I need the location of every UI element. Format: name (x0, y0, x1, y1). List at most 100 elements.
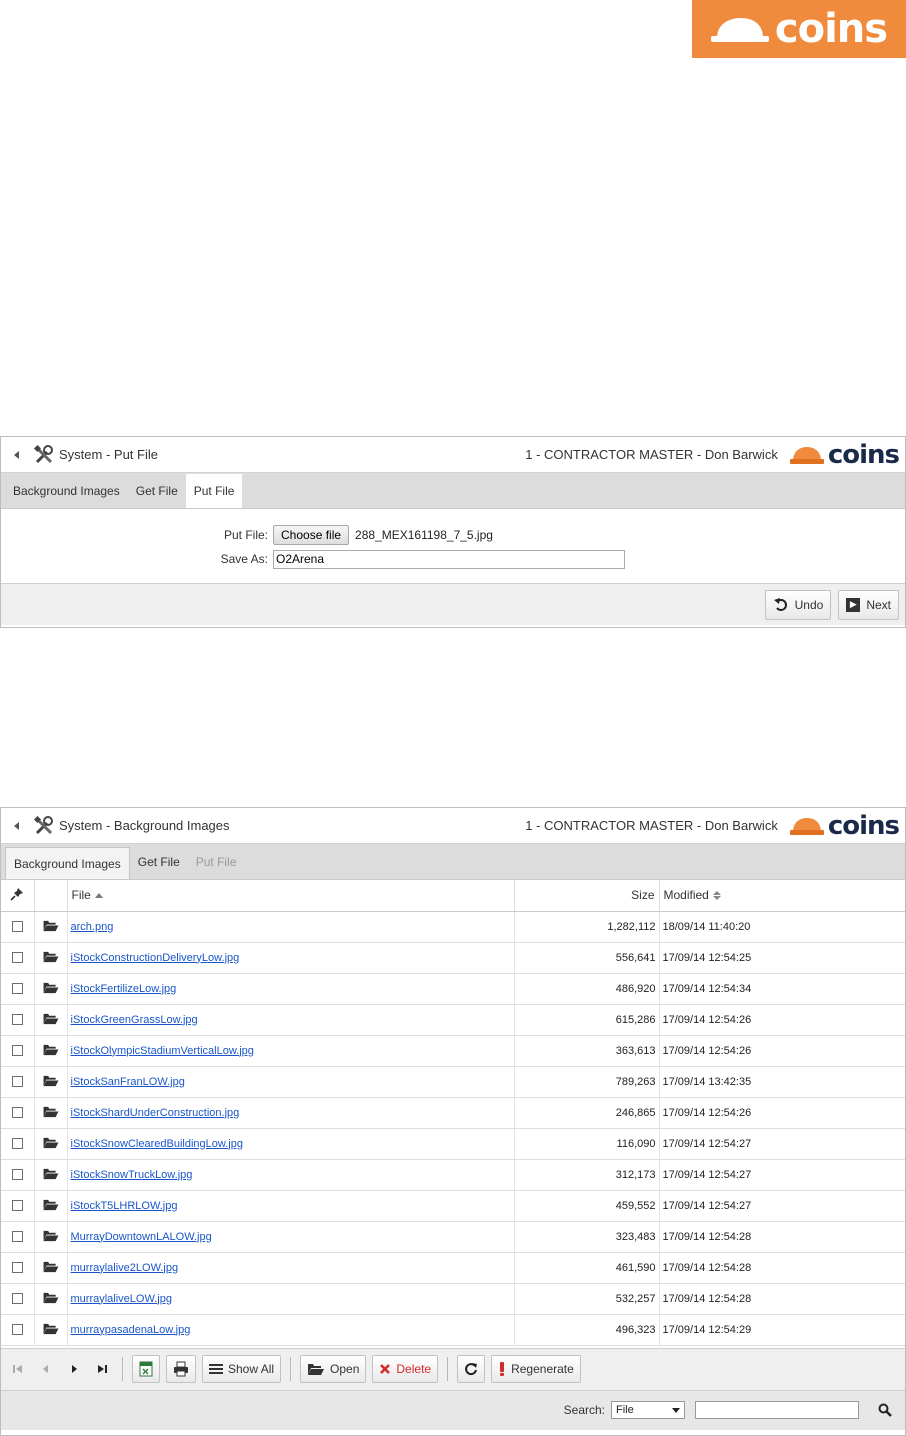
files-table-body: arch.png 1,282,112 18/09/14 11:40:20 iStock… (1, 911, 905, 1346)
file-link[interactable]: iStockSnowTruckLow.jpg (71, 1169, 193, 1181)
file-link[interactable]: iStockFertilizeLow.jpg (71, 983, 177, 995)
file-link[interactable]: murraypasadenaLow.jpg (71, 1324, 191, 1336)
file-link[interactable]: iStockShardUnderConstruction.jpg (71, 1107, 240, 1119)
last-page-icon[interactable] (91, 1358, 113, 1380)
next-page-icon[interactable] (63, 1358, 85, 1380)
search-field-select[interactable]: File (611, 1401, 685, 1419)
table-row[interactable]: murraylaliveLOW.jpg 532,257 17/09/14 12:54… (1, 1283, 905, 1315)
table-row[interactable]: arch.png 1,282,112 18/09/14 11:40:20 (1, 911, 905, 943)
search-input[interactable] (695, 1401, 859, 1419)
row-checkbox[interactable] (11, 1231, 23, 1243)
exclamation-icon (500, 1362, 505, 1376)
refresh-button[interactable] (457, 1355, 486, 1383)
file-link[interactable]: iStockSnowClearedBuildingLow.jpg (71, 1138, 243, 1150)
folder-open-icon[interactable] (42, 981, 60, 994)
export-excel-button[interactable] (132, 1355, 160, 1383)
first-page-icon[interactable] (7, 1358, 29, 1380)
table-row[interactable]: murraylalive2LOW.jpg 461,590 17/09/14 12:5… (1, 1252, 905, 1284)
file-link[interactable]: MurrayDowntownLALOW.jpg (71, 1231, 212, 1243)
folder-open-icon[interactable] (42, 950, 60, 963)
table-row[interactable]: iStockSnowTruckLow.jpg 312,173 17/09/14 12… (1, 1159, 905, 1191)
row-checkbox-cell (1, 1159, 35, 1191)
next-button[interactable]: ▶ Next (838, 589, 899, 620)
file-link[interactable]: murraylaliveLOW.jpg (71, 1293, 172, 1305)
folder-open-icon[interactable] (42, 1012, 60, 1025)
file-link[interactable]: arch.png (71, 921, 114, 933)
back-arrow-icon[interactable] (9, 448, 23, 462)
table-row[interactable]: iStockShardUnderConstruction.jpg 246,865 1… (1, 1097, 905, 1129)
show-all-button[interactable]: Show All (202, 1355, 282, 1383)
file-cell: iStockSnowClearedBuildingLow.jpg (67, 1128, 515, 1160)
row-checkbox[interactable] (11, 1014, 23, 1026)
row-checkbox[interactable] (11, 1169, 23, 1181)
table-row[interactable]: iStockFertilizeLow.jpg 486,920 17/09/14 12… (1, 973, 905, 1005)
print-button[interactable] (166, 1355, 196, 1383)
folder-open-icon[interactable] (42, 1074, 60, 1087)
row-checkbox[interactable] (11, 1076, 23, 1088)
modified-column-header[interactable]: Modified (659, 880, 905, 912)
table-row[interactable]: iStockOlympicStadiumVerticalLow.jpg 363,6… (1, 1035, 905, 1067)
file-link[interactable]: iStockGreenGrassLow.jpg (71, 1014, 198, 1026)
row-checkbox[interactable] (11, 1045, 23, 1057)
folder-open-icon[interactable] (42, 1105, 60, 1118)
tab-put-file[interactable]: Put File (188, 845, 245, 879)
search-label: Search: (563, 1403, 605, 1417)
back-arrow-icon[interactable] (9, 819, 23, 833)
choose-file-button[interactable]: Choose file (273, 525, 350, 545)
tab-get-file[interactable]: Get File (128, 474, 186, 508)
pin-column-header[interactable] (1, 880, 35, 912)
tab-put-file[interactable]: Put File (185, 474, 243, 508)
previous-page-icon[interactable] (35, 1358, 57, 1380)
folder-open-icon[interactable] (42, 1136, 60, 1149)
table-row[interactable]: iStockSanFranLOW.jpg 789,263 17/09/14 13:4… (1, 1066, 905, 1098)
undo-icon (773, 597, 787, 611)
undo-button[interactable]: Undo (764, 589, 832, 620)
size-cell: 615,286 (514, 1004, 660, 1036)
file-column-header[interactable]: File (67, 880, 515, 912)
row-checkbox[interactable] (11, 1262, 23, 1274)
row-checkbox[interactable] (11, 983, 23, 995)
row-checkbox[interactable] (11, 952, 23, 964)
modified-cell: 17/09/14 12:54:27 (659, 1128, 905, 1160)
table-row[interactable]: MurrayDowntownLALOW.jpg 323,483 17/09/14 1… (1, 1221, 905, 1253)
folder-open-icon[interactable] (42, 1043, 60, 1056)
open-button[interactable]: Open (300, 1355, 367, 1383)
tab-get-file[interactable]: Get File (130, 845, 188, 879)
save-as-input[interactable] (273, 549, 625, 569)
file-link[interactable]: iStockSanFranLOW.jpg (71, 1076, 185, 1088)
file-link[interactable]: iStockOlympicStadiumVerticalLow.jpg (71, 1045, 254, 1057)
folder-open-icon[interactable] (42, 919, 60, 932)
row-checkbox-cell (1, 1004, 35, 1036)
row-checkbox[interactable] (11, 1293, 23, 1305)
row-checkbox[interactable] (11, 1200, 23, 1212)
row-checkbox-cell (1, 911, 35, 943)
folder-open-icon[interactable] (42, 1260, 60, 1273)
folder-open-icon[interactable] (42, 1291, 60, 1304)
file-link[interactable]: iStockT5LHRLOW.jpg (71, 1200, 178, 1212)
table-row[interactable]: iStockSnowClearedBuildingLow.jpg 116,090 1… (1, 1128, 905, 1160)
table-row[interactable]: iStockT5LHRLOW.jpg 459,552 17/09/14 12:54:… (1, 1190, 905, 1222)
tab-background-images[interactable]: Background Images (5, 847, 130, 879)
tab-background-images[interactable]: Background Images (5, 474, 128, 508)
grid-toolbar: Show All Open Delete Regenerate (1, 1347, 905, 1390)
folder-open-icon[interactable] (42, 1322, 60, 1335)
folder-open-icon[interactable] (42, 1198, 60, 1211)
file-link[interactable]: iStockConstructionDeliveryLow.jpg (71, 952, 240, 964)
hard-hat-icon (789, 446, 824, 464)
row-checkbox[interactable] (11, 1107, 23, 1119)
folder-open-icon[interactable] (42, 1167, 60, 1180)
delete-button[interactable]: Delete (372, 1355, 439, 1383)
folder-open-icon[interactable] (42, 1229, 60, 1242)
search-button[interactable] (873, 1398, 897, 1422)
regenerate-button[interactable]: Regenerate (491, 1355, 581, 1383)
row-checkbox[interactable] (11, 921, 23, 933)
table-row[interactable]: iStockConstructionDeliveryLow.jpg 556,641… (1, 942, 905, 974)
row-checkbox-cell (1, 1128, 35, 1160)
pin-icon (10, 887, 24, 901)
size-column-header[interactable]: Size (514, 880, 660, 912)
table-row[interactable]: iStockGreenGrassLow.jpg 615,286 17/09/14 1… (1, 1004, 905, 1036)
table-row[interactable]: murraypasadenaLow.jpg 496,323 17/09/14 12:… (1, 1314, 905, 1346)
row-checkbox[interactable] (11, 1324, 23, 1336)
file-link[interactable]: murraylalive2LOW.jpg (71, 1262, 179, 1274)
row-checkbox[interactable] (11, 1138, 23, 1150)
